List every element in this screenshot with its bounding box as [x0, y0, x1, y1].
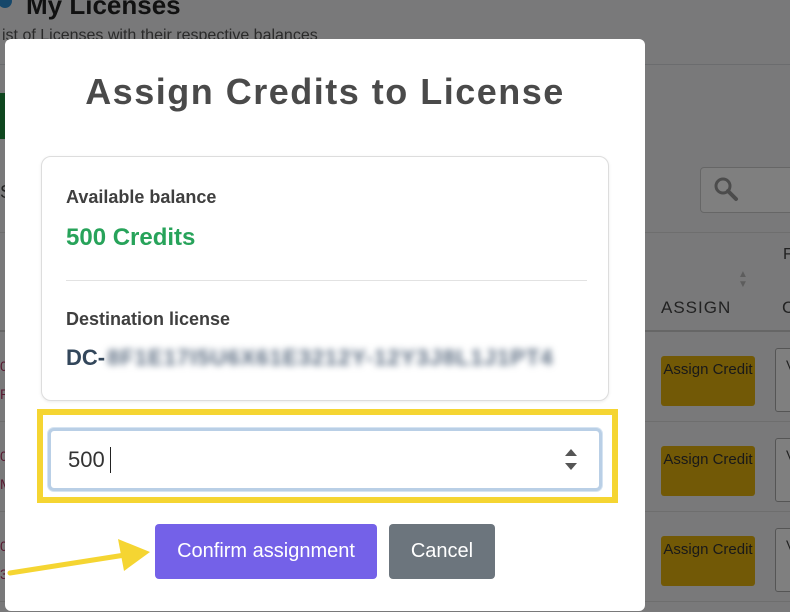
text-caret — [110, 447, 111, 473]
spinner-down-icon[interactable] — [565, 463, 577, 470]
assign-credits-modal: Assign Credits to License Available bala… — [5, 39, 645, 611]
license-info-card: Available balance 500 Credits Destinatio… — [41, 156, 609, 401]
destination-license-value: DC-8F1E17I5U6X61E3212Y-12Y3J8L1J1PT4 — [66, 345, 554, 371]
cancel-button[interactable]: Cancel — [389, 524, 495, 579]
destination-license-label: Destination license — [66, 309, 231, 329]
license-id-redacted: 8F1E17I5U6X61E3212Y-12Y3J8L1J1PT4 — [107, 345, 554, 370]
credit-amount-input[interactable] — [48, 428, 602, 491]
number-spinner-icon[interactable] — [565, 448, 579, 474]
confirm-assignment-button[interactable]: Confirm assignment — [155, 524, 377, 579]
spinner-up-icon[interactable] — [565, 449, 577, 456]
annotation-arrow-icon — [7, 539, 150, 576]
available-balance-label: Available balance — [66, 187, 217, 207]
modal-title: Assign Credits to License — [85, 71, 565, 112]
available-balance-value: 500 Credits — [66, 224, 196, 251]
card-divider — [66, 280, 587, 281]
license-prefix: DC- — [66, 345, 106, 370]
